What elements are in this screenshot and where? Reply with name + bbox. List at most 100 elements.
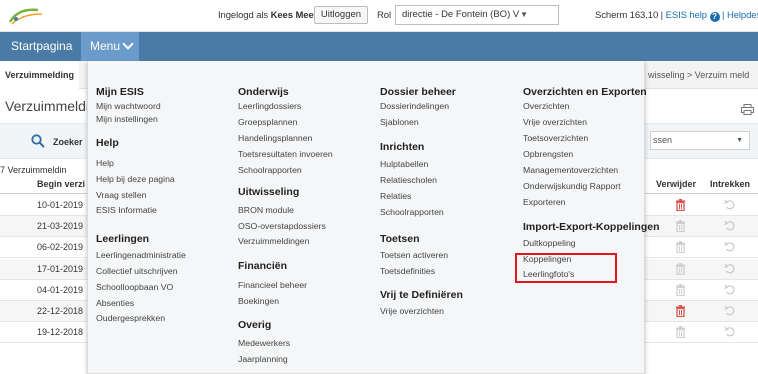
menu-heading-import-export-koppelingen: Import-Export-Koppelingen: [523, 221, 660, 233]
begin-date: 10-01-2019: [37, 200, 84, 210]
page-title: Verzuimmeldi: [5, 98, 90, 114]
menu-item[interactable]: Hulptabellen: [380, 159, 428, 169]
role-select[interactable]: directie - De Fontein (BO) V ▼: [395, 5, 559, 25]
menu-item[interactable]: Opbrengsten: [523, 149, 573, 159]
version-text: Scherm 163.10 |: [595, 10, 664, 21]
trash-icon: [676, 220, 685, 233]
menu-item[interactable]: Sjablonen: [380, 117, 419, 127]
menu-item[interactable]: Leerlingenadministratie: [96, 250, 186, 260]
menu-item[interactable]: Toetsdefinities: [380, 266, 435, 276]
column-begin[interactable]: Begin verzi: [37, 179, 85, 189]
menu-item[interactable]: Toetsresultaten invoeren: [238, 149, 333, 159]
menu-item[interactable]: Handelingsplannen: [238, 133, 312, 143]
begin-date: 19-12-2018: [37, 327, 84, 338]
undo-icon: [724, 305, 735, 316]
menu-item[interactable]: Mijn wachtwoord: [96, 101, 161, 111]
mega-menu: Mijn ESIS Mijn wachtwoord Mijn instellin…: [87, 61, 660, 374]
menu-item[interactable]: Help: [96, 158, 114, 168]
menu-item[interactable]: Exporteren: [523, 197, 566, 207]
menu-heading-overig: Overig: [238, 319, 272, 331]
nav-menu-button[interactable]: Menu: [81, 32, 139, 61]
menu-heading-overzichten-en-exporten: Overzichten en Exporten: [523, 86, 647, 98]
help-links: Scherm 163.10 | ESIS help ? | Helpdesk: [595, 10, 758, 22]
menu-heading-financien: Financiën: [238, 260, 288, 272]
breadcrumb: wisseling > Verzuim meld: [648, 70, 750, 80]
menu-item[interactable]: Toetsoverzichten: [523, 133, 588, 143]
trash-icon: [676, 262, 685, 275]
menu-item[interactable]: Absenties: [96, 298, 134, 308]
menu-item[interactable]: Vraag stellen: [96, 190, 146, 200]
begin-date: 17-01-2019: [37, 263, 84, 274]
menu-item[interactable]: Vrije overzichten: [523, 117, 587, 127]
menu-heading-dossier-beheer: Dossier beheer: [380, 86, 456, 98]
result-count: 7 Verzuimmeldin: [0, 165, 67, 175]
begin-date: 21-03-2019: [37, 221, 84, 232]
menu-heading-onderwijs: Onderwijs: [238, 86, 289, 98]
trash-icon[interactable]: [676, 305, 685, 317]
undo-icon: [724, 263, 735, 273]
menu-item[interactable]: Help bij deze pagina: [96, 174, 175, 184]
menu-item[interactable]: Schoolloopbaan VO: [96, 282, 173, 292]
begin-date: 06-02-2019: [37, 242, 84, 253]
menu-item[interactable]: Financieel beheer: [238, 280, 307, 290]
trash-icon: [676, 241, 685, 254]
menu-heading-leerlingen: Leerlingen: [96, 233, 150, 245]
trash-icon[interactable]: [676, 199, 685, 211]
esis-logo[interactable]: [8, 6, 44, 26]
print-icon[interactable]: [741, 104, 754, 115]
undo-icon: [724, 199, 735, 210]
filter-value: ssen: [653, 135, 673, 145]
menu-heading-uitwisseling: Uitwisseling: [238, 186, 300, 198]
menu-item[interactable]: Relatiescholen: [380, 175, 437, 185]
helpdesk-link[interactable]: | Helpdesk: [722, 10, 758, 21]
begin-date: 22-12-2018: [37, 306, 84, 316]
menu-item[interactable]: Leerlingdossiers: [238, 101, 301, 111]
chevron-down-icon: ▼: [736, 137, 743, 144]
menu-item[interactable]: Dultkoppeling: [523, 238, 576, 248]
undo-icon: [724, 326, 735, 337]
menu-item[interactable]: OSO-overstapdossiers: [238, 221, 326, 231]
menu-item[interactable]: Groepsplannen: [238, 117, 297, 127]
menu-item[interactable]: BRON module: [238, 205, 294, 215]
logout-button[interactable]: Uitloggen: [314, 6, 368, 24]
undo-icon: [724, 220, 735, 231]
column-verwijder: Verwijder: [656, 179, 697, 189]
help-icon[interactable]: ?: [709, 12, 720, 22]
undo-icon: [724, 242, 735, 252]
menu-item[interactable]: ESIS Informatie: [96, 205, 157, 215]
menu-item[interactable]: Dossierindelingen: [380, 101, 449, 111]
menu-item[interactable]: Relaties: [380, 191, 411, 201]
top-bar: Ingelogd als Kees Meester Uitloggen Rol …: [0, 0, 758, 32]
menu-item[interactable]: Onderwijskundig Rapport: [523, 181, 621, 191]
menu-item[interactable]: Mijn instellingen: [96, 114, 158, 124]
menu-item[interactable]: Vrije overzichten: [380, 306, 444, 316]
menu-item[interactable]: Oudergesprekken: [96, 313, 165, 323]
menu-heading-help: Help: [96, 137, 119, 149]
menu-item[interactable]: Toetsen activeren: [380, 250, 448, 260]
menu-heading-vrij-te-definieren: Vrij te Definiëren: [380, 289, 463, 301]
menu-item[interactable]: Medewerkers: [238, 338, 290, 348]
search-icon[interactable]: [31, 134, 45, 148]
trash-icon: [676, 283, 685, 296]
role-value: directie - De Fontein (BO) V: [402, 9, 520, 20]
role-label: Rol: [377, 10, 391, 21]
menu-heading-mijn-esis: Mijn ESIS: [96, 86, 144, 98]
menu-item[interactable]: Verzuimmeldingen: [238, 236, 309, 246]
menu-heading-toetsen: Toetsen: [380, 233, 420, 245]
filter-select[interactable]: ssen ▼: [650, 131, 750, 150]
menu-item[interactable]: Overzichten: [523, 101, 569, 111]
nav-startpagina[interactable]: Startpagina: [0, 32, 83, 61]
menu-item[interactable]: Boekingen: [238, 296, 279, 306]
nav-menu-label: Menu: [90, 39, 121, 53]
search-label[interactable]: Zoeker: [53, 137, 83, 147]
menu-item[interactable]: Schoolrapporten: [238, 165, 302, 175]
undo-icon: [724, 284, 735, 295]
menu-item[interactable]: Managementoverzichten: [523, 165, 618, 175]
tab-verzuimmelding[interactable]: Verzuimmelding: [0, 61, 80, 89]
begin-date: 04-01-2019: [37, 284, 84, 295]
main-nav: Startpagina Menu: [0, 32, 758, 61]
menu-item[interactable]: Jaarplanning: [238, 354, 288, 364]
menu-item[interactable]: Schoolrapporten: [380, 207, 444, 217]
esis-help-link[interactable]: ESIS help: [666, 10, 707, 21]
menu-item[interactable]: Collectief uitschrijven: [96, 266, 178, 276]
